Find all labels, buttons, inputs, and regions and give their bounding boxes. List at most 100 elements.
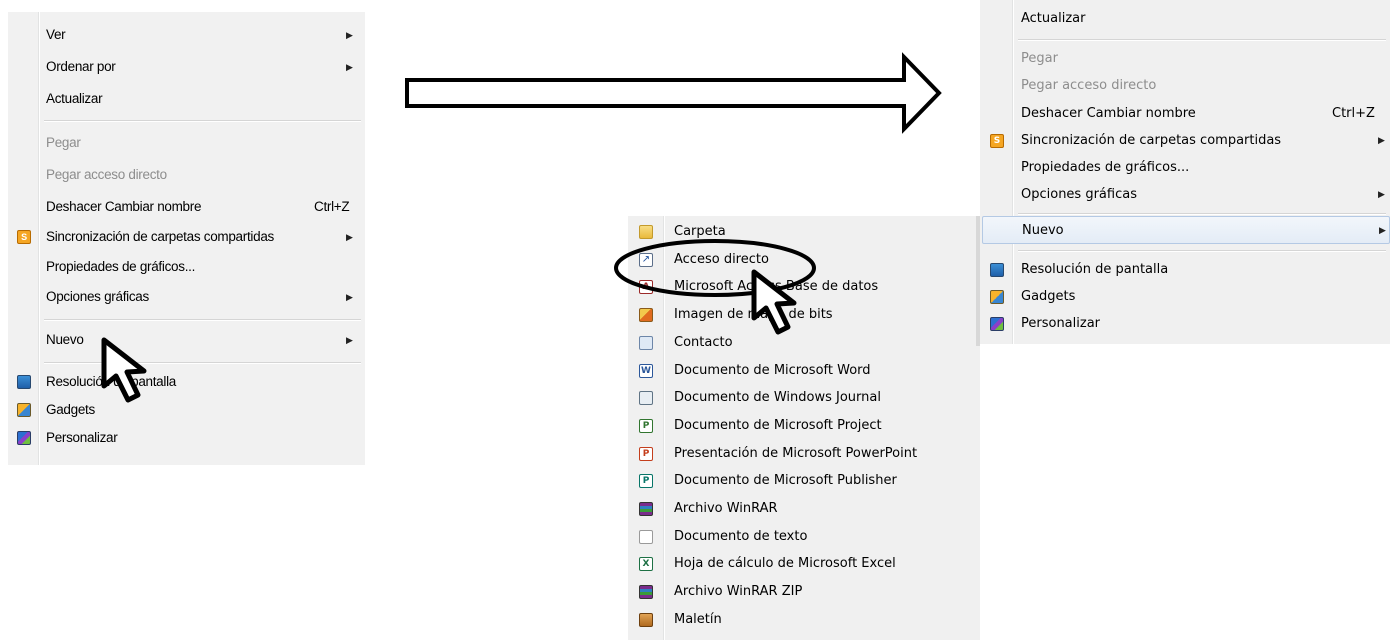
menu-item-label: Contacto [674,334,733,350]
menu-item-gadgets[interactable]: Gadgets [8,396,365,424]
menu-item-label: Actualizar [46,91,103,106]
submenu-item-winrar[interactable]: Archivo WinRAR [628,495,980,523]
submenu-arrow-icon: ▶ [1379,226,1386,236]
menu-item-deshacer[interactable]: Deshacer Cambiar nombre Ctrl+Z [980,100,1390,128]
menu-item-propiedades-graficos[interactable]: Propiedades de gráficos... [8,253,365,281]
screen-resolution-icon [990,263,1004,277]
menu-item-personalizar[interactable]: Personalizar [980,310,1390,338]
menu-item-gadgets[interactable]: Gadgets [980,283,1390,311]
menu-item-label: Documento de Windows Journal [674,390,881,406]
winrar-zip-icon [639,585,653,600]
menu-item-label: Pegar [1021,51,1058,66]
menu-item-actualizar[interactable]: Actualizar [980,5,1390,33]
context-menu-left: Ver ▶ Ordenar por ▶ Actualizar Pegar Peg… [8,12,365,465]
menu-item-label: Sincronización de carpetas compartidas [1021,133,1282,148]
menu-item-ver[interactable]: Ver ▶ [8,21,365,49]
submenu-item-powerpoint[interactable]: P Presentación de Microsoft PowerPoint [628,440,980,468]
menu-item-sincronizacion[interactable]: S Sincronización de carpetas compartidas… [980,127,1390,155]
menu-item-personalizar[interactable]: Personalizar [8,424,365,452]
menu-item-deshacer[interactable]: Deshacer Cambiar nombre Ctrl+Z [8,193,365,221]
shortcut-label: Ctrl+Z [314,199,350,214]
menu-item-label: Resolución de pantalla [1021,262,1169,277]
menu-item-resolucion[interactable]: Resolución de pantalla [8,368,365,396]
menu-item-pegar-acceso-directo: Pegar acceso directo [980,72,1390,100]
menu-item-label: Documento de Microsoft Word [674,362,871,378]
menu-item-label: Opciones gráficas [1021,187,1137,202]
word-icon: W [639,363,653,378]
submenu-item-word[interactable]: W Documento de Microsoft Word [628,357,980,385]
submenu-arrow-icon: ▶ [1378,136,1385,146]
bitmap-icon [639,308,653,323]
menu-item-label: Sincronización de carpetas compartidas [46,229,274,244]
submenu-item-project[interactable]: P Documento de Microsoft Project [628,412,980,440]
menu-item-opciones-graficas[interactable]: Opciones gráficas ▶ [980,181,1390,209]
menu-item-label: Personalizar [46,430,118,445]
menu-item-label: Archivo WinRAR [674,501,778,516]
menu-item-sincronizacion[interactable]: S Sincronización de carpetas compartidas… [8,223,365,251]
briefcase-icon [639,612,653,627]
menu-item-label: Maletín [674,611,722,627]
submenu-item-journal[interactable]: Documento de Windows Journal [628,384,980,412]
menu-item-label: Pegar acceso directo [1021,78,1157,93]
arrow-right-icon [405,52,942,134]
excel-icon: X [639,557,653,572]
menu-item-actualizar[interactable]: Actualizar [8,85,365,113]
sync-icon: S [990,134,1004,148]
screen-resolution-icon [17,375,31,389]
menu-item-label: Actualizar [1021,11,1086,26]
gadgets-icon [990,290,1004,304]
menu-separator [1018,213,1386,214]
winrar-icon [639,502,653,516]
text-document-icon [639,529,653,544]
menu-separator [44,120,361,121]
menu-item-label: Deshacer Cambiar nombre [1021,106,1196,121]
submenu-item-excel[interactable]: X Hoja de cálculo de Microsoft Excel [628,550,980,578]
menu-item-ordenar-por[interactable]: Ordenar por ▶ [8,53,365,81]
menu-item-label: Opciones gráficas [46,289,149,304]
personalize-icon [990,317,1004,331]
menu-separator [44,319,361,320]
menu-item-label: Ordenar por [46,59,116,74]
menu-item-opciones-graficas[interactable]: Opciones gráficas ▶ [8,283,365,311]
contact-icon [639,335,653,350]
submenu-arrow-icon: ▶ [346,292,353,302]
publisher-icon: P [639,474,653,489]
menu-separator [44,362,361,363]
shortcut-label: Ctrl+Z [1332,106,1375,121]
menu-item-nuevo[interactable]: Nuevo ▶ [8,326,365,354]
submenu-arrow-icon: ▶ [1378,190,1385,200]
submenu-item-texto[interactable]: Documento de texto [628,523,980,551]
submenu-item-winrar-zip[interactable]: Archivo WinRAR ZIP [628,578,980,606]
submenu-arrow-icon: ▶ [346,232,353,242]
menu-item-label: Nuevo [46,332,84,347]
menu-item-label: Nuevo [1022,223,1064,238]
submenu-item-maletin[interactable]: Maletín [628,606,980,634]
menu-item-resolucion[interactable]: Resolución de pantalla [980,256,1390,284]
menu-item-label: Hoja de cálculo de Microsoft Excel [674,556,896,572]
menu-item-pegar: Pegar [980,45,1390,73]
menu-item-propiedades-graficos[interactable]: Propiedades de gráficos... [980,154,1390,182]
menu-item-label: Gadgets [1021,289,1076,304]
menu-item-label: Pegar acceso directo [46,167,167,182]
mouse-cursor-icon [751,269,797,335]
journal-icon [639,391,653,406]
menu-item-pegar-acceso-directo: Pegar acceso directo [8,161,365,189]
menu-item-label: Ver [46,27,66,42]
submenu-arrow-icon: ▶ [346,335,353,345]
gadgets-icon [17,403,31,417]
submenu-item-publisher[interactable]: P Documento de Microsoft Publisher [628,467,980,495]
menu-item-label: Documento de Microsoft Publisher [674,473,897,489]
sync-icon: S [17,230,31,244]
menu-separator [1018,250,1386,251]
personalize-icon [17,431,31,445]
project-icon: P [639,418,653,433]
menu-item-label: Deshacer Cambiar nombre [46,199,202,214]
menu-item-label: Documento de texto [674,528,808,544]
menu-item-pegar: Pegar [8,129,365,157]
submenu-arrow-icon: ▶ [346,30,353,40]
menu-item-label: Propiedades de gráficos... [46,259,196,274]
context-menu-right: Actualizar Pegar Pegar acceso directo De… [980,0,1390,344]
powerpoint-icon: P [639,446,653,461]
menu-item-nuevo[interactable]: Nuevo ▶ [982,216,1390,244]
menu-item-label: Pegar [46,135,81,150]
